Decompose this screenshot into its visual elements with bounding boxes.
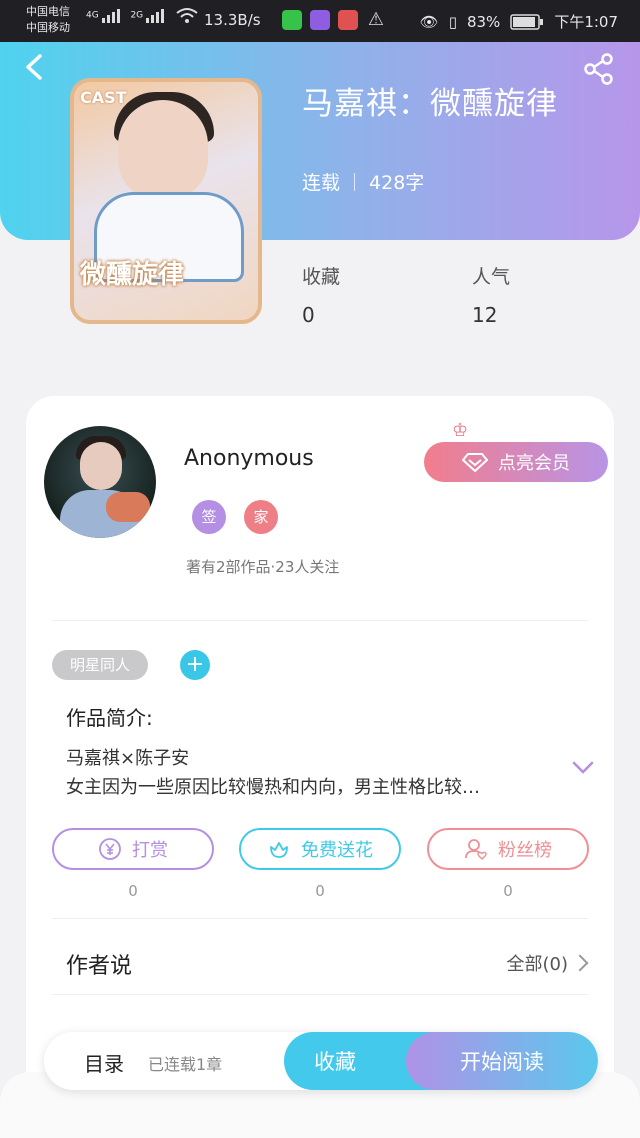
author-name[interactable]: Anonymous: [184, 446, 314, 471]
stat-favorites: 收藏 0: [302, 262, 340, 327]
divider: [52, 994, 588, 995]
vibrate-icon: ▯: [448, 12, 457, 31]
battery-icon: [510, 13, 544, 30]
net-2: 2G: [130, 10, 144, 21]
detail-card: Anonymous 签 家 著有2部作品·23人关注 ♔ 点亮会员 明星同人 +…: [26, 396, 614, 1138]
fan-ranking-button[interactable]: 粉丝榜: [427, 828, 589, 870]
status-bar: 中国电信 中国移动 4G 2G 13.3B/s ⚠ 👁 ▯ 83% 下午1:07: [0, 0, 640, 42]
iqiyi-icon: [282, 10, 302, 30]
flower-icon: [270, 842, 288, 858]
vip-button[interactable]: 点亮会员: [424, 442, 608, 482]
diamond-icon: [462, 453, 488, 472]
eye-icon: 👁: [419, 12, 439, 31]
book-status-line: 连载 428字: [302, 168, 424, 195]
share-icon: [584, 53, 613, 85]
clock: 下午1:07: [554, 13, 618, 31]
signal-icon: [101, 9, 120, 23]
genre-tag[interactable]: 明星同人: [52, 650, 148, 680]
vip-button-label: 点亮会员: [498, 453, 570, 474]
tip-button[interactable]: 打赏: [52, 828, 214, 870]
expand-intro-button[interactable]: [572, 760, 594, 776]
back-icon: [26, 54, 42, 80]
serial-status: 连载: [302, 172, 341, 194]
add-tag-button[interactable]: +: [180, 650, 210, 680]
fan-count: 0: [503, 882, 513, 900]
share-button[interactable]: [582, 52, 616, 86]
tip-label: 打赏: [132, 840, 168, 861]
toc-button[interactable]: 目录: [84, 1048, 124, 1077]
avatar-face: [80, 442, 122, 490]
intro-line-1: 马嘉祺×陈子安: [66, 748, 190, 769]
stat-label: 人气: [472, 266, 511, 288]
toc-chapter-status: 已连载1章: [148, 1055, 223, 1074]
start-reading-label: 开始阅读: [460, 1050, 544, 1074]
stat-popularity: 人气 12: [472, 262, 510, 327]
carrier-2: 中国移动: [26, 21, 70, 34]
start-reading-button[interactable]: 开始阅读: [406, 1032, 598, 1090]
cover-title-text: 微醺旋律: [80, 260, 185, 290]
net-1: 4G: [86, 10, 99, 21]
network-speed: 13.3B/s: [204, 11, 261, 29]
author-says-all-label: 全部(0): [506, 954, 569, 975]
intro-text[interactable]: 马嘉祺×陈子安 女主因为一些原因比较慢热和内向，男主性格比较…: [66, 744, 546, 802]
avatar-flowers: [106, 492, 150, 522]
carrier-labels: 中国电信 中国移动: [26, 4, 70, 36]
tip-count: 0: [128, 882, 138, 900]
send-flower-button[interactable]: 免费送花: [239, 828, 401, 870]
cover-cast-text: CAST: [80, 88, 127, 107]
status-right: 👁 ▯ 83% 下午1:07: [420, 11, 618, 32]
heart-app-icon: [310, 10, 330, 30]
separator: [354, 172, 356, 191]
warning-icon: ⚠: [367, 9, 385, 30]
intro-line-2: 女主因为一些原因比较慢热和内向，男主性格比较…: [66, 777, 480, 798]
divider: [52, 918, 588, 919]
writer-badge: 家: [244, 500, 278, 534]
stat-label: 收藏: [302, 266, 341, 288]
network-indicators: 4G 2G: [86, 6, 199, 24]
cover-figure-face: [118, 100, 208, 200]
send-flower-label: 免费送花: [301, 840, 373, 861]
flower-count: 0: [315, 882, 325, 900]
user-icon: [465, 839, 487, 860]
bottom-action-bar: 目录 已连载1章 收藏 开始阅读: [44, 1032, 598, 1090]
battery-percent: 83%: [466, 12, 501, 31]
yen-icon: [99, 838, 121, 860]
author-avatar[interactable]: [44, 426, 156, 538]
notification-icons: ⚠: [282, 10, 386, 30]
chevron-down-icon: [572, 761, 594, 774]
book-app-icon: [338, 10, 358, 30]
author-says-all-link[interactable]: 全部(0): [506, 950, 589, 976]
intro-label: 作品简介:: [66, 706, 153, 730]
author-says-label: 作者说: [66, 954, 133, 979]
fan-ranking-label: 粉丝榜: [498, 840, 552, 861]
book-cover[interactable]: CAST 微醺旋律: [70, 78, 262, 324]
back-button[interactable]: [22, 50, 52, 84]
favorite-button-label: 收藏: [314, 1050, 356, 1074]
signal-icon: [146, 9, 165, 23]
crown-icon: ♔: [452, 420, 469, 441]
word-count: 428字: [369, 172, 425, 194]
stat-value: 12: [472, 303, 498, 327]
author-meta: 著有2部作品·23人关注: [186, 558, 340, 576]
stat-value: 0: [302, 303, 315, 327]
book-title: 马嘉祺：微醺旋律: [302, 86, 558, 122]
wifi-icon: [176, 8, 198, 23]
carrier-1: 中国电信: [26, 5, 70, 18]
divider: [52, 620, 588, 621]
chevron-right-icon: [571, 954, 589, 972]
signed-badge: 签: [192, 500, 226, 534]
